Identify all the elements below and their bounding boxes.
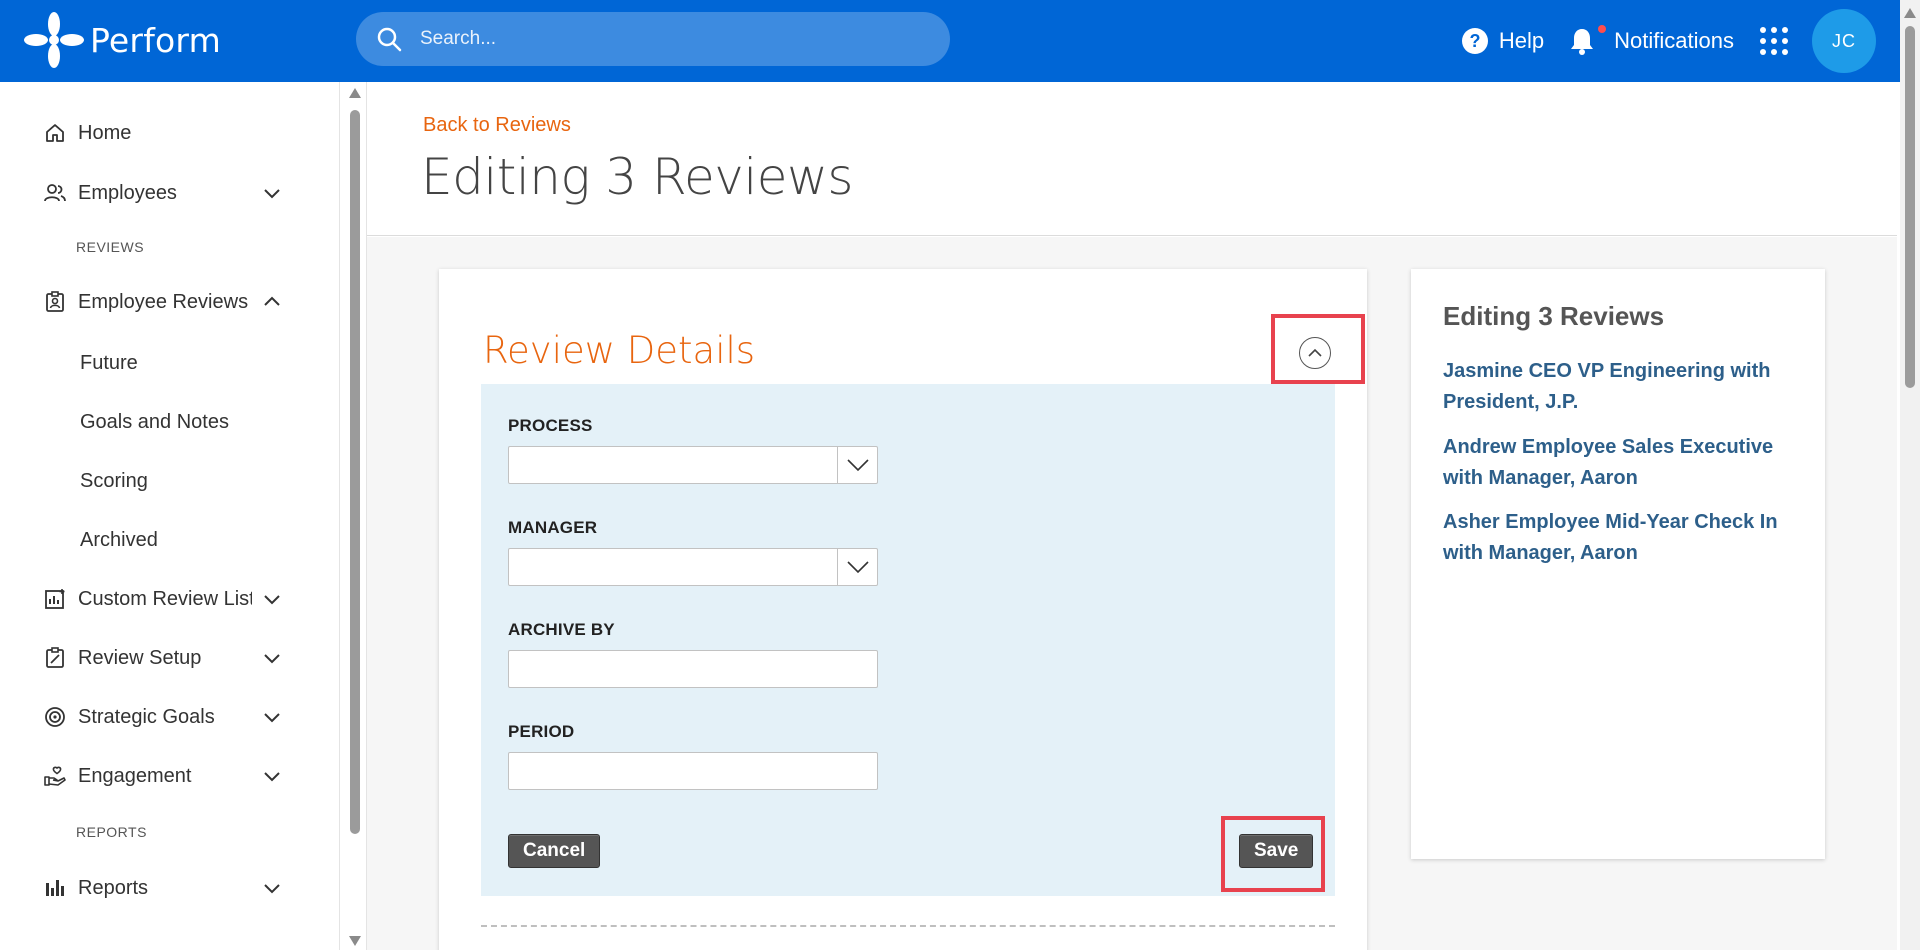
sidebar-item-engagement[interactable]: Engagement (44, 756, 294, 796)
sidebar-subitem-goals-and-notes[interactable]: Goals and Notes (80, 411, 229, 434)
brand-name: Perform (90, 20, 221, 60)
chart-icon (45, 589, 65, 609)
help-button[interactable]: ? Help (1461, 27, 1544, 55)
search-bar[interactable] (356, 12, 950, 66)
notifications-button[interactable]: Notifications (1570, 25, 1734, 55)
hand-heart-icon (44, 766, 66, 786)
clipboard-user-icon (46, 291, 64, 312)
chevron-down-icon (264, 189, 280, 199)
chevron-down-icon (264, 884, 280, 894)
sidebar-item-review-setup[interactable]: Review Setup (44, 638, 294, 678)
sidebar-item-custom-review-lists[interactable]: Custom Review Lists (44, 579, 294, 619)
bell-wrapper (1570, 25, 1607, 55)
review-details-title: Review Details (483, 329, 756, 372)
home-icon (46, 124, 64, 142)
section-divider (481, 925, 1335, 927)
dropdown-arrow[interactable] (837, 549, 877, 585)
bar-chart-icon (46, 880, 64, 896)
scroll-thumb[interactable] (350, 110, 360, 834)
collapse-section-button[interactable] (1299, 337, 1331, 369)
archive-by-label: ARCHIVE BY (508, 620, 615, 639)
sidebar-subitem-archived[interactable]: Archived (80, 529, 158, 552)
chevron-down-icon (846, 561, 869, 574)
brand-logo[interactable]: Perform (22, 10, 221, 70)
scroll-down-arrow-icon[interactable] (349, 936, 361, 946)
sidebar-item-label: Review Setup (78, 646, 202, 669)
svg-text:?: ? (1469, 31, 1480, 51)
sidebar-item-label: Custom Review Lists (78, 587, 252, 610)
manager-label: MANAGER (508, 518, 598, 537)
sidebar-item-reports[interactable]: Reports (44, 868, 294, 908)
chevron-down-icon (846, 459, 869, 472)
chevron-down-icon (264, 772, 280, 782)
notification-dot (1598, 25, 1607, 33)
sidebar-item-label: Reports (78, 876, 149, 899)
bell-icon (1571, 29, 1594, 55)
process-label: PROCESS (508, 416, 593, 435)
sidebar-subitem-future[interactable]: Future (80, 352, 138, 375)
reviews-summary-card: Editing 3 Reviews Jasmine CEO VP Enginee… (1411, 269, 1825, 859)
section-heading-reviews: REVIEWS (76, 239, 145, 255)
help-icon: ? (1461, 28, 1488, 54)
cancel-button[interactable]: Cancel (508, 834, 601, 868)
sidebar-item-label: Home (78, 121, 132, 144)
dropdown-arrow[interactable] (837, 447, 877, 483)
sidebar-item-strategic-goals[interactable]: Strategic Goals (44, 697, 294, 737)
review-link-andrew[interactable]: Andrew Employee Sales Executive with Man… (1443, 432, 1783, 494)
summary-title: Editing 3 Reviews (1443, 301, 1665, 331)
chevron-down-icon (264, 713, 280, 723)
sidebar-item-label: Employees (78, 181, 177, 204)
review-link-jasmine[interactable]: Jasmine CEO VP Engineering with Presiden… (1443, 356, 1783, 418)
search-input[interactable] (420, 28, 900, 50)
save-button[interactable]: Save (1239, 834, 1314, 868)
sidebar-item-employees[interactable]: Employees (44, 173, 294, 213)
manager-select[interactable] (508, 548, 878, 586)
search-icon (377, 27, 402, 52)
perform-logo-icon (24, 12, 84, 68)
archive-by-input[interactable] (508, 650, 878, 688)
chevron-up-icon (264, 296, 280, 306)
sidebar-item-label: Strategic Goals (78, 705, 215, 728)
chevron-down-icon (264, 595, 280, 605)
section-heading-reports: REPORTS (76, 824, 147, 840)
apps-grid-icon[interactable] (1760, 27, 1788, 55)
avatar[interactable]: JC (1812, 9, 1876, 73)
people-icon (44, 184, 66, 202)
sidebar-item-home[interactable]: Home (44, 113, 294, 153)
review-details-form: PROCESS MANAGER ARCHIVE BY PERIOD Cancel (481, 384, 1335, 896)
page-scrollbar[interactable] (1900, 0, 1920, 950)
clipboard-edit-icon (46, 647, 64, 668)
chevron-down-icon (264, 654, 280, 664)
main-content: Review Details PROCESS MANAGER ARCHIVE B… (367, 237, 1897, 950)
process-select[interactable] (508, 446, 878, 484)
sidebar-item-employee-reviews[interactable]: Employee Reviews (44, 282, 294, 322)
sidebar: Home Employees REVIEWS Employee Reviews … (0, 82, 340, 950)
review-link-asher[interactable]: Asher Employee Mid-Year Check In with Ma… (1443, 507, 1783, 569)
sidebar-item-label: Engagement (78, 764, 192, 787)
scroll-up-arrow-icon[interactable] (1904, 8, 1916, 18)
notifications-label: Notifications (1614, 28, 1734, 53)
scroll-up-arrow-icon[interactable] (349, 88, 361, 98)
review-details-card: Review Details PROCESS MANAGER ARCHIVE B… (439, 269, 1367, 950)
period-input[interactable] (508, 752, 878, 790)
page-title: Editing 3 Reviews (421, 148, 853, 206)
back-to-reviews-link[interactable]: Back to Reviews (423, 114, 571, 137)
period-label: PERIOD (508, 722, 575, 741)
top-right-actions: ? Help Notifications JC (1435, 0, 1876, 82)
sidebar-subitem-scoring[interactable]: Scoring (80, 470, 148, 493)
sidebar-item-label: Employee Reviews (78, 290, 249, 313)
top-bar: Perform ? Help Notifications (0, 0, 1920, 82)
chevron-up-icon (1308, 348, 1322, 357)
scroll-thumb[interactable] (1905, 26, 1915, 388)
page-header: Back to Reviews Editing 3 Reviews (367, 82, 1897, 236)
target-icon (45, 707, 65, 727)
sidebar-scrollbar[interactable] (348, 82, 362, 950)
help-label: Help (1498, 28, 1545, 53)
